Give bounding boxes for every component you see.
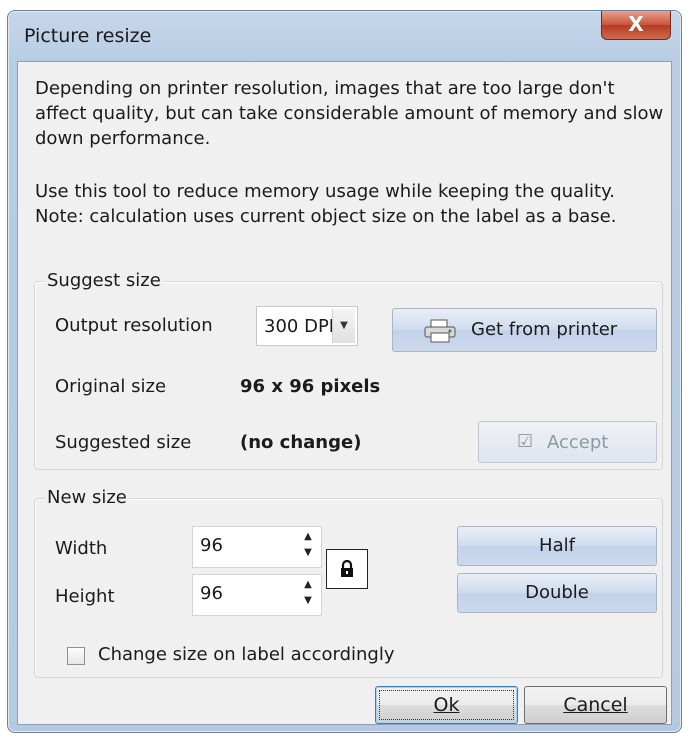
height-spin-buttons[interactable]: ▲ ▼ [297,577,319,613]
dialog-client-area: Depending on printer resolution, images … [17,61,672,725]
description-paragraph-2: Use this tool to reduce memory usage whi… [35,181,617,227]
spin-up-icon[interactable]: ▲ [297,577,319,593]
close-button[interactable]: X [601,11,671,40]
aspect-lock-button[interactable] [326,549,368,589]
chevron-down-icon[interactable]: ▼ [332,309,355,343]
width-spin-buttons[interactable]: ▲ ▼ [297,529,319,565]
cancel-label: Cancel [563,694,628,716]
dialog-window: Picture resize X Depending on printer re… [7,10,682,733]
accept-button[interactable]: ☑ Accept [478,421,657,463]
half-label: Half [539,535,575,556]
ok-button[interactable]: Ok [375,686,518,724]
height-stepper[interactable]: 96 ▲ ▼ [192,574,322,616]
width-value: 96 [200,535,223,556]
lock-icon [339,558,355,579]
width-stepper[interactable]: 96 ▲ ▼ [192,526,322,568]
get-from-printer-button[interactable]: Get from printer [392,308,657,352]
output-resolution-label: Output resolution [55,315,213,336]
checkmark-icon: ☑ [517,431,534,452]
ok-label: Ok [433,694,460,716]
half-button[interactable]: Half [457,526,657,566]
suggest-size-group-title: Suggest size [45,270,163,291]
original-size-label: Original size [55,376,167,397]
width-label: Width [55,538,108,559]
height-value: 96 [200,583,223,604]
description-paragraph-1: Depending on printer resolution, images … [35,78,664,149]
accept-label: Accept [547,432,609,453]
spin-down-icon[interactable]: ▼ [297,545,319,561]
suggested-size-label: Suggested size [55,432,192,453]
get-from-printer-label: Get from printer [471,319,618,340]
suggested-size-value: (no change) [240,432,362,453]
change-size-checkbox[interactable] [67,647,85,665]
new-size-group-title: New size [45,487,129,508]
window-title: Picture resize [24,25,152,47]
printer-icon [423,319,457,348]
spin-up-icon[interactable]: ▲ [297,529,319,545]
close-icon: X [628,12,644,36]
resolution-select[interactable]: 300 DPI ▼ [256,306,358,346]
double-button[interactable]: Double [457,573,657,613]
double-label: Double [525,582,589,603]
height-label: Height [55,586,115,607]
cancel-button[interactable]: Cancel [524,686,667,724]
resolution-select-value: 300 DPI [264,316,335,337]
original-size-value: 96 x 96 pixels [240,376,381,397]
spin-down-icon[interactable]: ▼ [297,593,319,609]
change-size-checkbox-label[interactable]: Change size on label accordingly [98,644,395,665]
